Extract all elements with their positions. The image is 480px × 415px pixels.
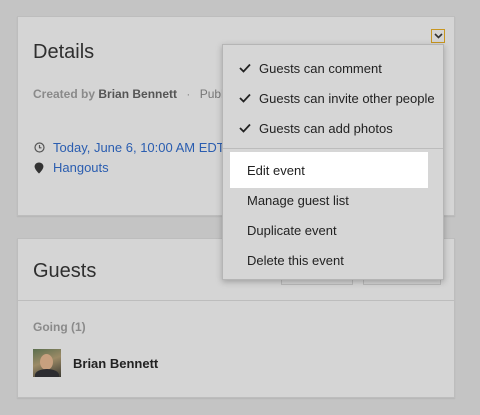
menu-item-duplicate-event[interactable]: Duplicate event bbox=[223, 215, 443, 245]
menu-option-guests-can-invite[interactable]: Guests can invite other people bbox=[223, 83, 443, 113]
guest-list-item[interactable]: Brian Bennett bbox=[33, 349, 158, 377]
chevron-down-icon bbox=[433, 33, 443, 39]
options-menu-toggle[interactable] bbox=[431, 29, 445, 43]
event-datetime-row: Today, June 6, 10:00 AM EDT bbox=[33, 140, 225, 155]
menu-item-label: Edit event bbox=[247, 162, 305, 178]
hangouts-link[interactable]: Hangouts bbox=[53, 160, 109, 175]
menu-option-label: Guests can comment bbox=[259, 60, 382, 76]
created-by-prefix: Created by bbox=[33, 87, 96, 101]
menu-item-label: Duplicate event bbox=[247, 222, 337, 238]
created-by-line: Created by Brian Bennett · Publi bbox=[33, 87, 226, 101]
map-pin-icon bbox=[33, 162, 45, 174]
going-count-label: Going (1) bbox=[33, 320, 86, 334]
creator-name: Brian Bennett bbox=[98, 87, 178, 101]
menu-item-manage-guest-list[interactable]: Manage guest list bbox=[223, 185, 443, 215]
menu-item-label: Delete this event bbox=[247, 252, 344, 268]
menu-option-guests-can-comment[interactable]: Guests can comment bbox=[223, 53, 443, 83]
menu-divider bbox=[223, 148, 443, 149]
menu-option-label: Guests can add photos bbox=[259, 120, 393, 136]
menu-option-guests-can-add-photos[interactable]: Guests can add photos bbox=[223, 113, 443, 143]
guests-divider bbox=[18, 300, 454, 301]
guest-name: Brian Bennett bbox=[73, 355, 159, 371]
event-options-menu: Guests can comment Guests can invite oth… bbox=[222, 44, 444, 280]
avatar bbox=[33, 349, 61, 377]
menu-item-delete-event[interactable]: Delete this event bbox=[223, 245, 443, 275]
menu-item-label: Manage guest list bbox=[247, 192, 349, 208]
event-location-row: Hangouts bbox=[33, 160, 109, 175]
menu-item-edit-event[interactable]: Edit event bbox=[230, 152, 428, 188]
separator-dot: · bbox=[186, 87, 191, 101]
clock-icon bbox=[33, 142, 45, 154]
event-datetime-link[interactable]: Today, June 6, 10:00 AM EDT bbox=[53, 140, 225, 155]
guests-title: Guests bbox=[33, 260, 97, 282]
details-title: Details bbox=[33, 41, 95, 63]
menu-option-label: Guests can invite other people bbox=[259, 90, 435, 106]
